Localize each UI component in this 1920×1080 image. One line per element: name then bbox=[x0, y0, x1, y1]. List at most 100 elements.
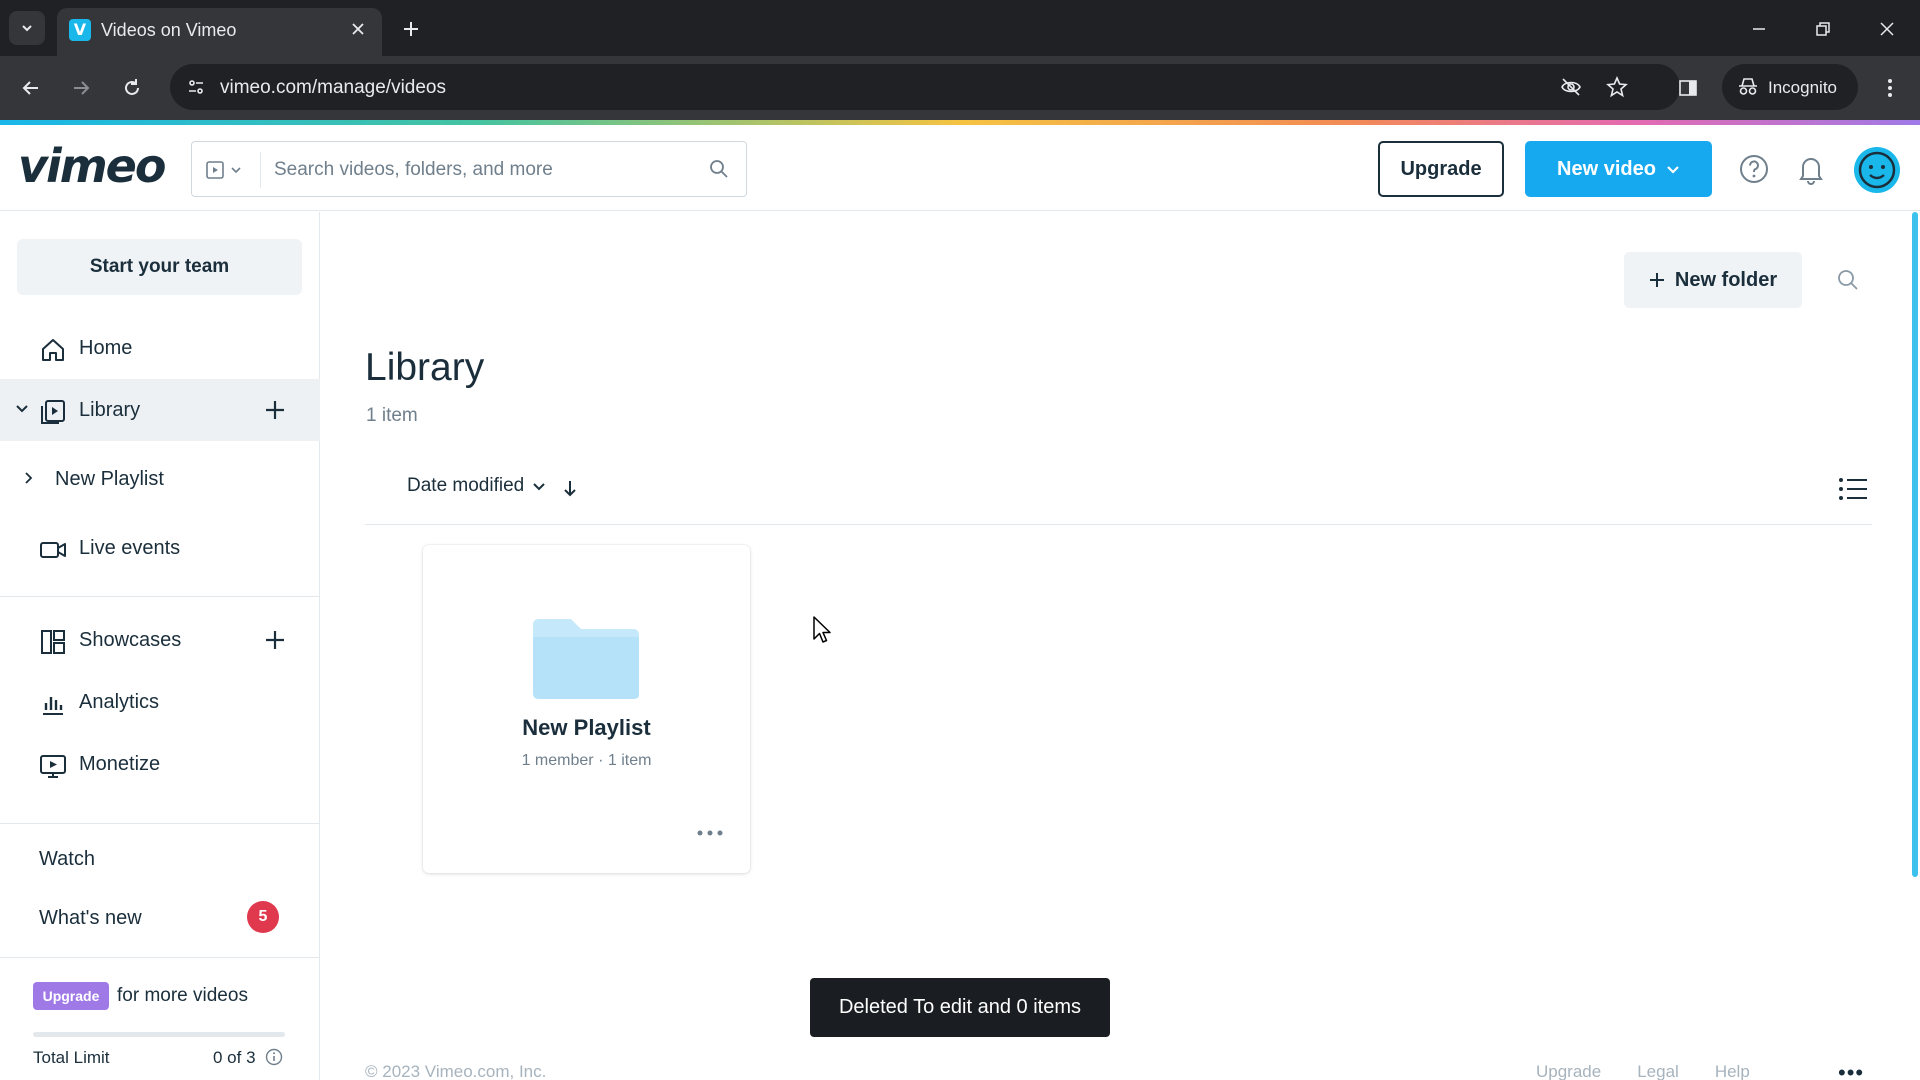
vimeo-favicon-icon: V bbox=[69, 19, 91, 41]
minimize-icon[interactable] bbox=[1744, 14, 1774, 44]
new-tab-icon[interactable] bbox=[396, 14, 426, 44]
sidebar-item-label: Monetize bbox=[79, 753, 161, 775]
sidebar-item-whats-new[interactable]: What's new bbox=[39, 907, 142, 930]
content-divider bbox=[365, 524, 1872, 525]
sidebar-item-label: Showcases bbox=[79, 629, 182, 651]
add-showcase-icon[interactable] bbox=[260, 625, 290, 655]
total-limit-label: Total Limit bbox=[33, 1048, 110, 1067]
mouse-cursor-icon bbox=[813, 616, 831, 643]
sidebar-item-monetize[interactable]: Monetize bbox=[0, 733, 320, 795]
site-settings-icon[interactable] bbox=[180, 71, 212, 103]
main-content: New folder Library 1 item Date modified … bbox=[321, 212, 1920, 1080]
upgrade-more-videos-text: for more videos bbox=[117, 985, 248, 1006]
more-options-icon[interactable] bbox=[693, 823, 727, 843]
help-icon[interactable] bbox=[1735, 150, 1773, 188]
chevron-down-icon bbox=[22, 25, 32, 32]
folder-members: 1 member bbox=[521, 752, 594, 769]
toast-notification: Deleted To edit and 0 items bbox=[810, 978, 1110, 1037]
sidebar-divider bbox=[0, 596, 320, 597]
new-video-label: New video bbox=[1557, 157, 1656, 180]
sidebar-item-home[interactable]: Home bbox=[0, 317, 320, 379]
folder-meta: 1 member · 1 item bbox=[423, 752, 750, 770]
sidebar-item-showcases[interactable]: Showcases bbox=[0, 609, 320, 671]
omnibox[interactable]: vimeo.com/manage/videos bbox=[170, 64, 1680, 110]
plus-icon bbox=[1649, 273, 1664, 287]
chevron-down-icon bbox=[1667, 166, 1679, 174]
url-text: vimeo.com/manage/videos bbox=[220, 77, 446, 98]
tab-close-icon[interactable] bbox=[346, 17, 370, 41]
tab-title: Videos on Vimeo bbox=[101, 20, 237, 40]
camera-icon bbox=[38, 535, 68, 565]
folder-icon bbox=[533, 619, 639, 699]
bar-chart-icon bbox=[38, 689, 68, 719]
restore-icon[interactable] bbox=[1808, 14, 1838, 44]
browser-tab-bar: V Videos on Vimeo bbox=[0, 0, 1920, 56]
footer-more-icon[interactable]: ••• bbox=[1838, 1060, 1864, 1080]
back-icon[interactable] bbox=[15, 72, 47, 104]
footer-link-help[interactable]: Help bbox=[1715, 1062, 1750, 1080]
info-icon[interactable] bbox=[265, 1048, 283, 1066]
upgrade-button[interactable]: Upgrade bbox=[1378, 141, 1504, 197]
sidebar-item-new-playlist[interactable]: New Playlist bbox=[0, 448, 320, 510]
whats-new-count-badge: 5 bbox=[247, 901, 279, 933]
video-library-icon bbox=[206, 161, 224, 179]
scrollbar[interactable] bbox=[1912, 212, 1918, 877]
chevron-down-icon bbox=[533, 483, 545, 491]
sidebar-item-label: Library bbox=[79, 399, 141, 421]
add-library-item-icon[interactable] bbox=[260, 395, 290, 425]
browser-tab-active[interactable]: V Videos on Vimeo bbox=[57, 8, 382, 56]
start-team-button[interactable]: Start your team bbox=[17, 239, 302, 295]
library-search-icon[interactable] bbox=[1833, 265, 1863, 295]
sidebar: Start your team Home Library New Playlis… bbox=[0, 212, 320, 1080]
home-icon bbox=[38, 335, 68, 365]
search-icon[interactable] bbox=[708, 158, 730, 180]
footer-link-upgrade[interactable]: Upgrade bbox=[1536, 1062, 1601, 1080]
vimeo-logo[interactable]: vimeo bbox=[18, 139, 166, 193]
sidebar-item-live-events[interactable]: Live events bbox=[0, 517, 320, 579]
new-video-button[interactable]: New video bbox=[1525, 141, 1712, 197]
side-panel-icon[interactable] bbox=[1672, 72, 1704, 104]
chevron-right-icon[interactable] bbox=[18, 468, 38, 488]
upgrade-pill-button[interactable]: Upgrade bbox=[33, 982, 109, 1010]
meta-separator: · bbox=[598, 752, 608, 769]
search-bar bbox=[191, 141, 747, 197]
incognito-icon bbox=[1739, 78, 1757, 95]
incognito-indicator[interactable]: Incognito bbox=[1722, 64, 1858, 110]
sidebar-item-label: Analytics bbox=[79, 691, 160, 713]
tab-search-button[interactable] bbox=[9, 11, 45, 45]
reload-icon[interactable] bbox=[116, 72, 148, 104]
list-view-icon[interactable] bbox=[1836, 474, 1870, 504]
sidebar-item-label: New Playlist bbox=[55, 468, 164, 490]
sidebar-item-label: Live events bbox=[79, 537, 181, 559]
total-limit-progress-bar bbox=[33, 1032, 285, 1037]
sort-dropdown[interactable]: Date modified bbox=[407, 475, 546, 497]
item-count: 1 item bbox=[366, 405, 418, 426]
eye-off-icon[interactable] bbox=[1556, 72, 1586, 102]
search-divider bbox=[260, 152, 261, 188]
folder-title[interactable]: New Playlist bbox=[423, 715, 750, 741]
incognito-label: Incognito bbox=[1768, 78, 1837, 97]
sidebar-item-library[interactable]: Library bbox=[0, 379, 320, 441]
sort-direction-arrow-icon[interactable] bbox=[560, 476, 580, 500]
sidebar-item-analytics[interactable]: Analytics bbox=[0, 671, 320, 733]
user-avatar[interactable] bbox=[1854, 147, 1900, 193]
new-folder-button[interactable]: New folder bbox=[1624, 252, 1802, 308]
smiley-avatar-icon bbox=[1858, 151, 1896, 189]
close-window-icon[interactable] bbox=[1872, 14, 1902, 44]
search-type-dropdown[interactable] bbox=[204, 156, 252, 184]
folder-card[interactable]: New Playlist 1 member · 1 item bbox=[423, 545, 750, 873]
sidebar-item-watch[interactable]: Watch bbox=[39, 848, 95, 871]
search-input[interactable] bbox=[274, 154, 694, 186]
footer-link-legal[interactable]: Legal bbox=[1637, 1062, 1679, 1080]
sidebar-divider bbox=[0, 957, 320, 958]
new-folder-label: New folder bbox=[1674, 268, 1778, 291]
bookmark-star-icon[interactable] bbox=[1602, 72, 1632, 102]
forward-icon[interactable] bbox=[65, 72, 97, 104]
notifications-bell-icon[interactable] bbox=[1792, 150, 1830, 188]
total-limit-value: 0 of 3 bbox=[213, 1048, 256, 1067]
monetize-icon bbox=[38, 751, 68, 781]
page-title: Library bbox=[365, 346, 485, 389]
sort-label: Date modified bbox=[407, 475, 525, 496]
browser-menu-icon[interactable] bbox=[1874, 72, 1906, 104]
chevron-down-icon[interactable] bbox=[12, 399, 32, 419]
